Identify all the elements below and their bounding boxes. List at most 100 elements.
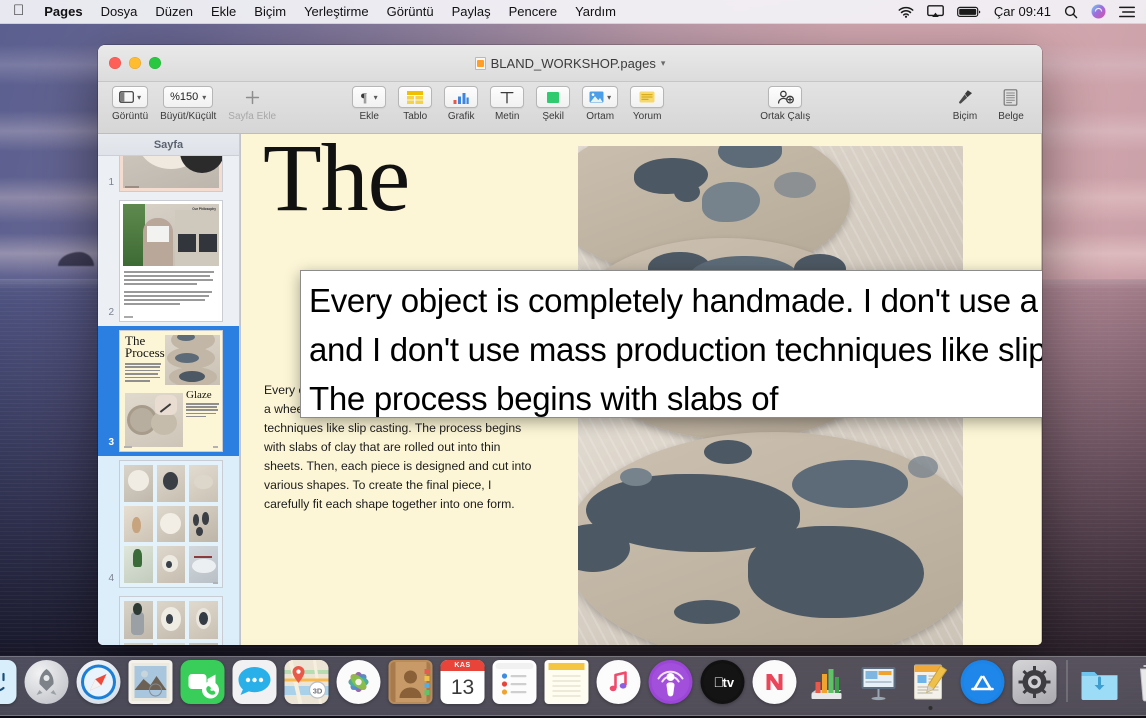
format-button-face[interactable] — [948, 86, 982, 108]
apple-logo-icon[interactable]:  — [0, 3, 35, 18]
finder-icon[interactable] — [0, 660, 17, 704]
calendar-icon[interactable]: KAS 13 — [441, 660, 485, 704]
dock-item-finder[interactable] — [0, 660, 18, 710]
dock-item-safari[interactable] — [76, 660, 122, 710]
dock-item-pages[interactable] — [908, 660, 954, 710]
format-button[interactable]: Biçim — [942, 82, 988, 122]
thumbnail-page-2[interactable]: 2 Our Philosophy — [98, 196, 239, 326]
podcasts-icon[interactable] — [649, 660, 693, 704]
maps-icon[interactable]: 3D — [285, 660, 329, 704]
insert-button[interactable]: ¶ ▾ Ekle — [346, 82, 392, 122]
dock-item-keynote[interactable] — [856, 660, 902, 710]
thumbnail-page-5[interactable]: 5 — [98, 592, 239, 645]
thumbnail-page-4[interactable]: 4 — [98, 456, 239, 592]
menu-item-goruntu[interactable]: Görüntü — [378, 4, 443, 19]
menu-item-paylas[interactable]: Paylaş — [443, 4, 500, 19]
menu-item-duzen[interactable]: Düzen — [146, 4, 202, 19]
downloads-folder-icon[interactable] — [1078, 660, 1122, 704]
siri-icon[interactable] — [1091, 4, 1106, 19]
battery-icon[interactable] — [957, 6, 981, 18]
menu-item-bicim[interactable]: Biçim — [245, 4, 295, 19]
text-button[interactable]: Metin — [484, 82, 530, 122]
notification-center-icon[interactable] — [1119, 6, 1135, 18]
music-icon[interactable] — [597, 660, 641, 704]
collaborate-button[interactable]: Ortak Çalış — [750, 82, 820, 122]
thumbnail-page-3[interactable]: 3 The Process — [98, 326, 239, 456]
dock-item-news[interactable] — [752, 660, 798, 710]
menu-item-yardim[interactable]: Yardım — [566, 4, 625, 19]
appstore-icon[interactable] — [961, 660, 1005, 704]
menu-item-yerlestirme[interactable]: Yerleştirme — [295, 4, 378, 19]
dock-item-music[interactable] — [596, 660, 642, 710]
zoom-button[interactable] — [149, 57, 161, 69]
trash-icon[interactable] — [1130, 660, 1146, 704]
spotlight-search-icon[interactable] — [1064, 5, 1078, 19]
text-button-face[interactable] — [490, 86, 524, 108]
view-button-face[interactable]: ▾ — [112, 86, 148, 108]
menu-bar-clock[interactable]: Çar 09:41 — [994, 4, 1051, 19]
appletv-icon[interactable]:  tv — [701, 660, 745, 704]
contacts-icon[interactable] — [389, 660, 433, 704]
table-button-face[interactable] — [398, 86, 432, 108]
view-button[interactable]: ▾ Görüntü — [106, 82, 154, 122]
messages-icon[interactable] — [233, 660, 277, 704]
reminders-icon[interactable] — [493, 660, 537, 704]
shape-button[interactable]: Şekil — [530, 82, 576, 122]
menu-item-ekle[interactable]: Ekle — [202, 4, 245, 19]
dock-item-downloads[interactable] — [1077, 660, 1123, 710]
dock-item-reminders[interactable] — [492, 660, 538, 710]
airplay-icon[interactable] — [927, 5, 944, 18]
minimize-button[interactable] — [129, 57, 141, 69]
table-button[interactable]: Tablo — [392, 82, 438, 122]
shape-button-face[interactable] — [536, 86, 570, 108]
photos-icon[interactable] — [337, 660, 381, 704]
dock-item-contacts[interactable] — [388, 660, 434, 710]
dock-item-facetime[interactable] — [180, 660, 226, 710]
zoom-field[interactable]: %150 ▾ — [163, 86, 213, 108]
chart-button[interactable]: Grafik — [438, 82, 484, 122]
dock-item-notes[interactable] — [544, 660, 590, 710]
zoom-control[interactable]: %150 ▾ Büyüt/Küçült — [154, 82, 222, 122]
notes-icon[interactable] — [545, 660, 589, 704]
chart-button-face[interactable] — [444, 86, 478, 108]
system-preferences-icon[interactable] — [1013, 660, 1057, 704]
close-button[interactable] — [109, 57, 121, 69]
wifi-icon[interactable] — [898, 6, 914, 18]
running-indicator — [305, 706, 309, 710]
comment-button-face[interactable] — [630, 86, 664, 108]
dock-item-trash[interactable] — [1129, 660, 1146, 710]
menu-item-pencere[interactable]: Pencere — [500, 4, 566, 19]
dock-item-calendar[interactable]: KAS 13 — [440, 660, 486, 710]
dock-item-photos[interactable] — [336, 660, 382, 710]
dock-item-podcasts[interactable] — [648, 660, 694, 710]
launchpad-icon[interactable] — [25, 660, 69, 704]
media-button[interactable]: ▾ Ortam — [576, 82, 624, 122]
facetime-icon[interactable] — [181, 660, 225, 704]
page-title[interactable]: The — [263, 134, 409, 226]
menu-item-pages[interactable]: Pages — [35, 4, 91, 19]
dock-item-messages[interactable] — [232, 660, 278, 710]
dock-item-numbers[interactable] — [804, 660, 850, 710]
dock-item-maps[interactable]: 3D — [284, 660, 330, 710]
thumbnail-page-1[interactable]: 1 — [98, 156, 239, 196]
comment-button[interactable]: Yorum — [624, 82, 670, 122]
safari-icon[interactable] — [77, 660, 121, 704]
pages-icon[interactable] — [909, 660, 953, 704]
insert-button-face[interactable]: ¶ ▾ — [352, 86, 386, 108]
dock-item-system-preferences[interactable] — [1012, 660, 1058, 710]
dock-item-appletv[interactable]:  tv — [700, 660, 746, 710]
mail-icon[interactable] — [129, 660, 173, 704]
menu-item-dosya[interactable]: Dosya — [92, 4, 147, 19]
news-icon[interactable] — [753, 660, 797, 704]
document-button-face[interactable] — [994, 86, 1028, 108]
chevron-down-icon[interactable]: ▾ — [661, 58, 666, 69]
keynote-icon[interactable] — [857, 660, 901, 704]
document-button[interactable]: Belge — [988, 82, 1034, 122]
collaborate-button-face[interactable] — [768, 86, 802, 108]
glazed-ceramic-plate-closeup-photo[interactable] — [578, 396, 963, 645]
media-button-face[interactable]: ▾ — [582, 86, 618, 108]
dock-item-mail[interactable] — [128, 660, 174, 710]
numbers-icon[interactable] — [805, 660, 849, 704]
dock-item-appstore[interactable] — [960, 660, 1006, 710]
dock-item-launchpad[interactable] — [24, 660, 70, 710]
